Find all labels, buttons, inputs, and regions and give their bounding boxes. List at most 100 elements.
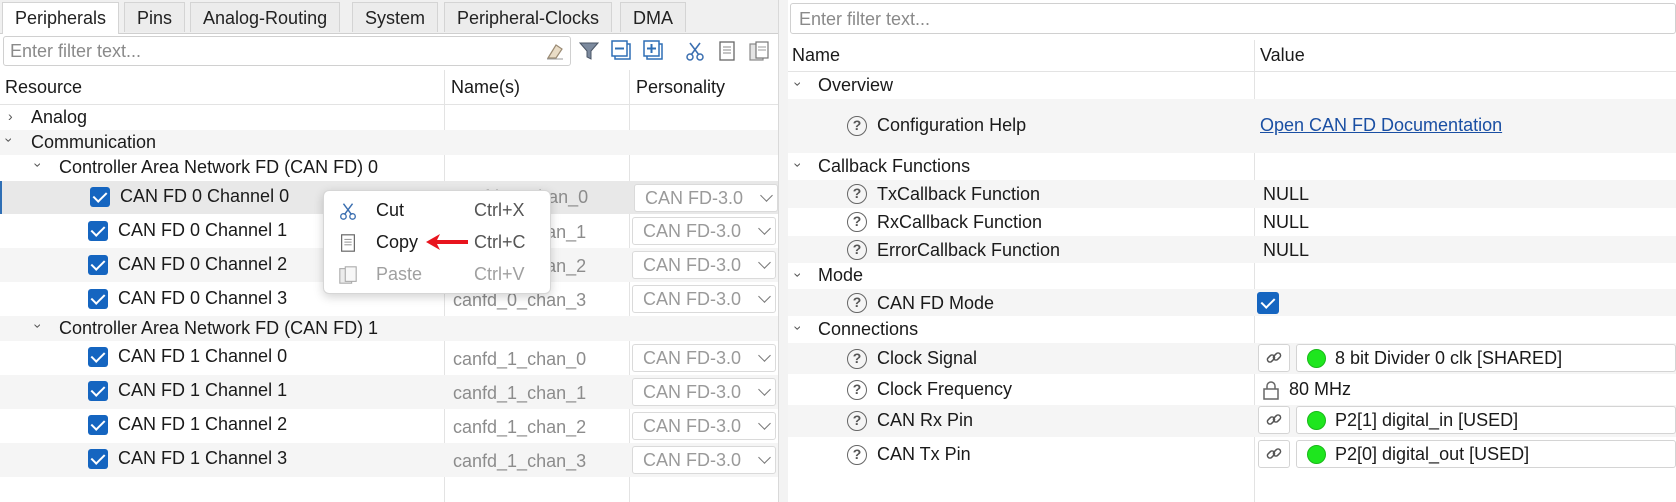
- eraser-icon[interactable]: [544, 40, 566, 62]
- expand-all-icon[interactable]: [643, 40, 665, 62]
- filter-icon[interactable]: [578, 40, 600, 62]
- clock-signal-select[interactable]: 8 bit Divider 0 clk [SHARED]: [1296, 344, 1676, 372]
- help-icon[interactable]: ?: [847, 240, 867, 260]
- param-row-canfd-mode[interactable]: ? CAN FD Mode: [788, 289, 1676, 316]
- param-row-clock-frequency[interactable]: ? Clock Frequency 80 MHz: [788, 374, 1676, 405]
- column-names[interactable]: Name(s): [451, 70, 520, 104]
- instance-name[interactable]: canfd_1_chan_0: [453, 349, 586, 370]
- link-button[interactable]: [1258, 344, 1290, 372]
- parameters-panel: Name Value › Overview ? Configuration He…: [788, 0, 1676, 502]
- help-icon[interactable]: ?: [847, 293, 867, 313]
- chevron-down-icon[interactable]: ›: [790, 163, 806, 168]
- tx-pin-select[interactable]: P2[0] digital_out [USED]: [1296, 440, 1676, 468]
- personality-select[interactable]: CAN FD-3.0: [632, 217, 776, 245]
- enable-checkbox[interactable]: [88, 255, 108, 275]
- paste-icon[interactable]: [748, 40, 770, 62]
- tree-row-communication[interactable]: › Communication: [0, 130, 778, 155]
- enable-checkbox[interactable]: [90, 187, 110, 207]
- help-icon[interactable]: ?: [847, 445, 867, 465]
- instance-name[interactable]: canfd_1_chan_2: [453, 417, 586, 438]
- section-label: Connections: [818, 319, 919, 339]
- help-icon[interactable]: ?: [847, 212, 867, 232]
- personality-select[interactable]: CAN FD-3.0: [632, 285, 776, 313]
- param-row-config-help[interactable]: ? Configuration Help Open CAN FD Documen…: [788, 99, 1676, 153]
- section-mode[interactable]: › Mode: [788, 263, 1676, 289]
- collapse-all-icon[interactable]: [611, 40, 633, 62]
- column-personality[interactable]: Personality: [636, 70, 725, 104]
- section-connections[interactable]: › Connections: [788, 316, 1676, 343]
- link-button[interactable]: [1258, 406, 1290, 434]
- personality-select[interactable]: CAN FD-3.0: [632, 378, 776, 406]
- help-icon[interactable]: ?: [847, 380, 867, 400]
- annotation-arrow-icon: [426, 234, 468, 250]
- tab-dma[interactable]: DMA: [620, 2, 686, 32]
- tab-peripheral-clocks[interactable]: Peripheral-Clocks: [444, 2, 613, 32]
- tree-label: CAN FD 1 Channel 2: [118, 414, 288, 434]
- column-name[interactable]: Name: [792, 38, 840, 72]
- link-button[interactable]: [1258, 440, 1290, 468]
- tree-row-canfd-1-ch-2[interactable]: CAN FD 1 Channel 2 canfd_1_chan_2 CAN FD…: [0, 409, 778, 443]
- tree-row-canfd-1-ch-1[interactable]: CAN FD 1 Channel 1 canfd_1_chan_1 CAN FD…: [0, 375, 778, 409]
- column-resource[interactable]: Resource: [5, 70, 82, 104]
- documentation-link[interactable]: Open CAN FD Documentation: [1260, 115, 1502, 136]
- param-row-error-callback[interactable]: ? ErrorCallback Function NULL: [788, 236, 1676, 263]
- param-value[interactable]: NULL: [1263, 212, 1309, 233]
- tab-peripherals[interactable]: Peripherals: [2, 2, 120, 34]
- chevron-down-icon[interactable]: ›: [790, 82, 806, 87]
- enable-checkbox[interactable]: [88, 221, 108, 241]
- section-callback-functions[interactable]: › Callback Functions: [788, 153, 1676, 180]
- help-icon[interactable]: ?: [847, 411, 867, 431]
- tab-pins[interactable]: Pins: [124, 2, 186, 32]
- menu-item-paste[interactable]: Paste Ctrl+V: [324, 259, 550, 291]
- help-icon[interactable]: ?: [847, 349, 867, 369]
- personality-select[interactable]: CAN FD-3.0: [632, 412, 776, 440]
- personality-select[interactable]: CAN FD-3.0: [632, 344, 776, 372]
- personality-select[interactable]: CAN FD-3.0: [632, 251, 776, 279]
- help-icon[interactable]: ?: [847, 184, 867, 204]
- section-overview[interactable]: › Overview: [788, 72, 1676, 99]
- personality-select[interactable]: CAN FD-3.0: [634, 184, 778, 212]
- enable-checkbox[interactable]: [88, 289, 108, 309]
- chevron-down-icon[interactable]: ›: [1, 138, 17, 143]
- enable-checkbox[interactable]: [88, 449, 108, 469]
- enable-checkbox[interactable]: [88, 381, 108, 401]
- right-filter-input[interactable]: [799, 8, 1599, 30]
- tree-label: CAN FD 1 Channel 3: [118, 448, 288, 468]
- column-value[interactable]: Value: [1260, 38, 1305, 72]
- chevron-right-icon[interactable]: ›: [8, 108, 13, 124]
- param-row-clock-signal[interactable]: ? Clock Signal 8 bit Divider 0 clk [SHAR…: [788, 343, 1676, 374]
- menu-item-label: Paste: [376, 264, 423, 284]
- copy-icon[interactable]: [716, 40, 738, 62]
- tree-label: Analog: [31, 107, 88, 127]
- enable-checkbox[interactable]: [88, 347, 108, 367]
- enable-checkbox[interactable]: [88, 415, 108, 435]
- instance-name[interactable]: canfd_1_chan_3: [453, 451, 586, 472]
- rx-pin-select[interactable]: P2[1] digital_in [USED]: [1296, 406, 1676, 434]
- menu-item-cut[interactable]: Cut Ctrl+X: [324, 195, 550, 227]
- tree-row-canfd-1-ch-3[interactable]: CAN FD 1 Channel 3 canfd_1_chan_3 CAN FD…: [0, 443, 778, 477]
- param-value: 80 MHz: [1289, 379, 1352, 399]
- personality-select[interactable]: CAN FD-3.0: [632, 446, 776, 474]
- tree-row-analog[interactable]: › Analog: [0, 105, 778, 130]
- chevron-down-icon[interactable]: ›: [790, 326, 806, 331]
- cut-icon[interactable]: [684, 40, 706, 62]
- tree-row-canfd-group-1[interactable]: › Controller Area Network FD (CAN FD) 1: [0, 316, 778, 341]
- param-row-rx-callback[interactable]: ? RxCallback Function NULL: [788, 208, 1676, 236]
- param-value[interactable]: NULL: [1263, 240, 1309, 261]
- tree-row-canfd-1-ch-0[interactable]: CAN FD 1 Channel 0 canfd_1_chan_0 CAN FD…: [0, 341, 778, 375]
- tab-analog-routing[interactable]: Analog-Routing: [190, 2, 341, 32]
- param-value[interactable]: NULL: [1263, 184, 1309, 205]
- param-label: ErrorCallback Function: [877, 240, 1061, 260]
- param-row-tx-pin[interactable]: ? CAN Tx Pin P2[0] digital_out [USED]: [788, 437, 1676, 473]
- canfd-mode-checkbox[interactable]: [1257, 292, 1279, 314]
- tree-row-canfd-group-0[interactable]: › Controller Area Network FD (CAN FD) 0: [0, 155, 778, 180]
- chevron-down-icon[interactable]: ›: [30, 324, 46, 329]
- instance-name[interactable]: canfd_1_chan_1: [453, 383, 586, 404]
- param-row-tx-callback[interactable]: ? TxCallback Function NULL: [788, 180, 1676, 208]
- tab-system[interactable]: System: [352, 2, 439, 32]
- chevron-down-icon[interactable]: ›: [30, 163, 46, 168]
- chevron-down-icon[interactable]: ›: [790, 273, 806, 278]
- param-row-rx-pin[interactable]: ? CAN Rx Pin P2[1] digital_in [USED]: [788, 405, 1676, 437]
- help-icon[interactable]: ?: [847, 116, 867, 136]
- left-filter-input[interactable]: [10, 40, 530, 62]
